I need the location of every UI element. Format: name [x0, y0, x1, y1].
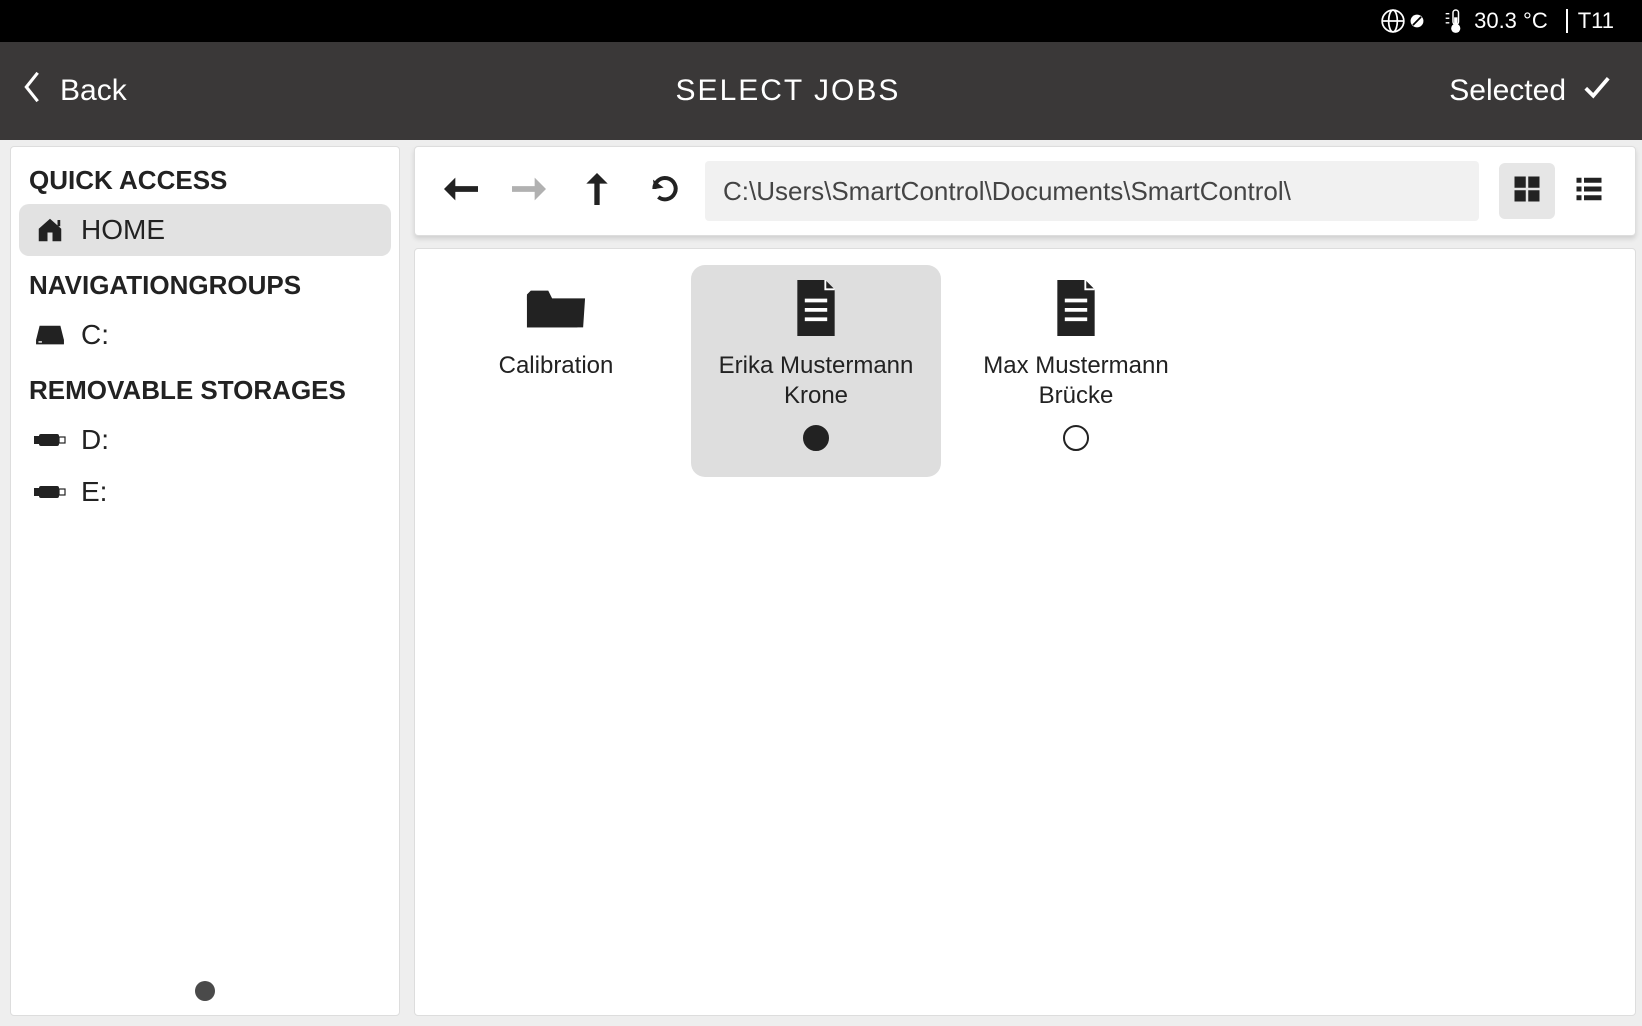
nav-back-button[interactable]: [433, 163, 489, 219]
selected-label: Selected: [1449, 74, 1566, 108]
arrow-right-icon: [512, 177, 546, 206]
navigation-groups-heading: NAVIGATIONGROUPS: [19, 264, 391, 309]
selected-confirm-button[interactable]: Selected: [1449, 72, 1612, 110]
file-item-job[interactable]: Max Mustermann Brücke: [951, 265, 1201, 477]
view-toggle: [1499, 163, 1617, 219]
globe-icon: [1380, 8, 1406, 34]
file-label: Max Mustermann Brücke: [959, 351, 1193, 411]
drive-icon: [33, 323, 67, 347]
page-title: SELECT JOBS: [127, 74, 1450, 108]
status-bar: 30.3 °C T11: [0, 0, 1642, 42]
file-toolbar: C:\Users\SmartControl\Documents\SmartCon…: [414, 146, 1636, 236]
path-input[interactable]: C:\Users\SmartControl\Documents\SmartCon…: [705, 161, 1479, 221]
sidebar-item-label: HOME: [81, 214, 165, 246]
nav-refresh-button[interactable]: [637, 163, 693, 219]
folder-icon: [525, 284, 587, 337]
refresh-icon: [649, 173, 681, 210]
temperature-status: 30.3 °C: [1442, 8, 1548, 34]
sidebar-item-drive-c[interactable]: C:: [19, 309, 391, 361]
slot-value: T11: [1578, 8, 1614, 34]
arrow-up-icon: [585, 173, 609, 210]
file-label: Calibration: [499, 351, 614, 381]
document-icon: [793, 280, 839, 341]
page-indicator-dot: [195, 981, 215, 1001]
sidebar-item-label: D:: [81, 424, 109, 456]
content-column: C:\Users\SmartControl\Documents\SmartCon…: [414, 146, 1636, 1016]
list-icon: [1574, 174, 1604, 209]
file-item-folder[interactable]: Calibration: [431, 265, 681, 477]
check-icon: [1582, 72, 1612, 110]
chevron-left-icon: [22, 70, 42, 112]
usb-icon: [33, 432, 67, 448]
arrow-left-icon: [444, 177, 478, 206]
nav-forward-button: [501, 163, 557, 219]
file-grid: Calibration Erika Mustermann Krone: [414, 248, 1636, 1016]
sidebar-item-label: E:: [81, 476, 107, 508]
view-grid-button[interactable]: [1499, 163, 1555, 219]
removable-storages-heading: REMOVABLE STORAGES: [19, 369, 391, 414]
selection-indicator: [803, 425, 829, 451]
sidebar-item-drive-e[interactable]: E:: [19, 466, 391, 518]
sidebar-item-label: C:: [81, 319, 109, 351]
path-text: C:\Users\SmartControl\Documents\SmartCon…: [723, 176, 1291, 207]
divider-icon: [1566, 9, 1568, 33]
sidebar: QUICK ACCESS HOME NAVIGATIONGROUPS C:: [10, 146, 400, 1016]
selection-indicator: [1063, 425, 1089, 451]
temperature-value: 30.3 °C: [1474, 8, 1548, 34]
back-button[interactable]: Back: [22, 70, 127, 112]
usb-icon: [33, 484, 67, 500]
no-network-icon: [1410, 14, 1424, 28]
sidebar-item-drive-d[interactable]: D:: [19, 414, 391, 466]
file-label: Erika Mustermann Krone: [699, 351, 933, 411]
network-status: [1380, 8, 1424, 34]
nav-up-button[interactable]: [569, 163, 625, 219]
grid-icon: [1512, 174, 1542, 209]
slot-status: T11: [1566, 8, 1614, 34]
quick-access-heading: QUICK ACCESS: [19, 159, 391, 204]
home-icon: [33, 216, 67, 244]
document-icon: [1053, 280, 1099, 341]
sidebar-item-home[interactable]: HOME: [19, 204, 391, 256]
back-label: Back: [60, 74, 127, 108]
header-bar: Back SELECT JOBS Selected: [0, 42, 1642, 140]
view-list-button[interactable]: [1561, 163, 1617, 219]
file-item-job[interactable]: Erika Mustermann Krone: [691, 265, 941, 477]
main-area: QUICK ACCESS HOME NAVIGATIONGROUPS C:: [0, 140, 1642, 1026]
thermometer-icon: [1442, 8, 1464, 34]
